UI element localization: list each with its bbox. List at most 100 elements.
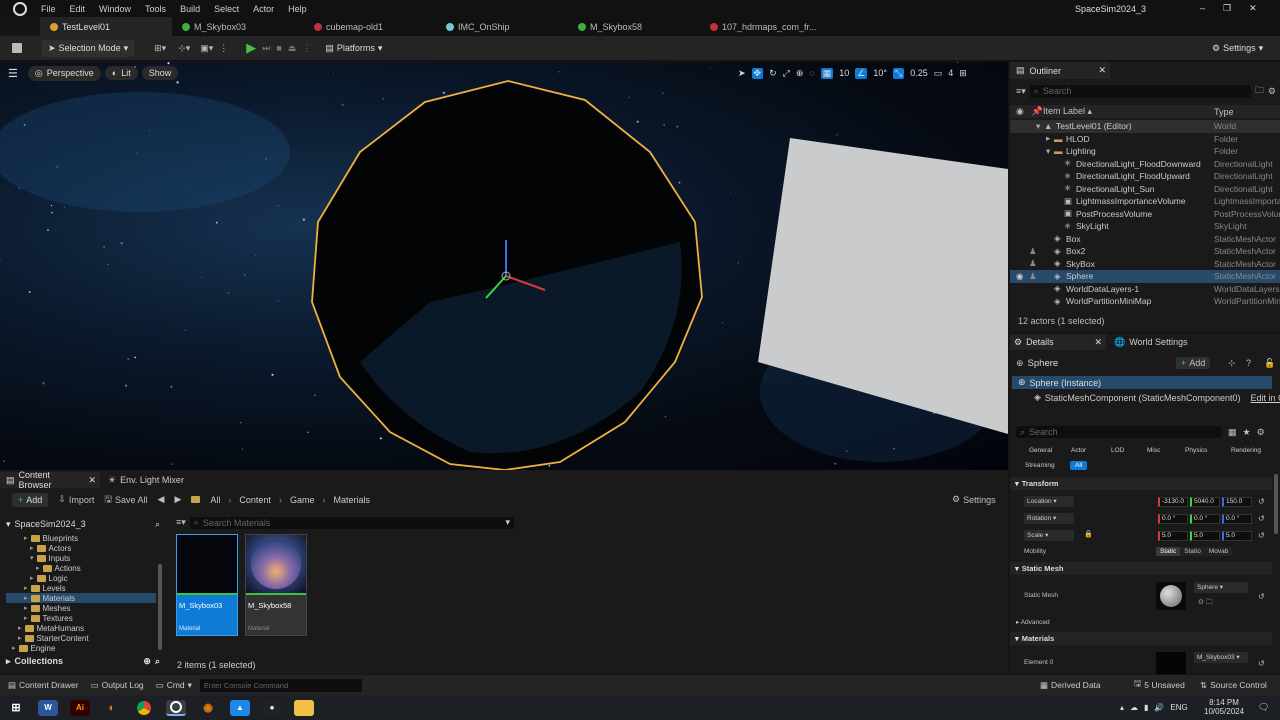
instance-row[interactable]: ⊕ Sphere (Instance) bbox=[1012, 376, 1272, 389]
more-options-icon[interactable]: ⋮ bbox=[219, 43, 228, 54]
static-mesh-thumbnail[interactable] bbox=[1156, 582, 1186, 610]
rotation-z-field[interactable]: 0.0 ° bbox=[1222, 514, 1252, 524]
content-browser-tab[interactable]: ▤ Content Browser ✕ bbox=[0, 470, 100, 490]
details-scrollbar[interactable] bbox=[1274, 474, 1278, 534]
selection-mode-button[interactable]: ➤ Selection Mode ▾ bbox=[42, 39, 135, 57]
obs-icon[interactable]: ● bbox=[262, 699, 282, 716]
save-all-button[interactable]: 🖫 Save All bbox=[104, 492, 147, 508]
minimize-icon[interactable]: – bbox=[1200, 3, 1205, 14]
play-icon[interactable]: ▶ bbox=[246, 40, 256, 56]
filter-chip-misc[interactable]: Misc bbox=[1142, 446, 1165, 455]
visibility-icon[interactable]: ◉ bbox=[1016, 106, 1024, 117]
tree-root[interactable]: ▾ SpaceSim2024_3 ⌕ bbox=[6, 518, 162, 530]
windows-start-icon[interactable]: ⊞ bbox=[6, 700, 26, 716]
cinematics-icon[interactable]: ▣▾ bbox=[200, 43, 213, 54]
filter-chip-lod[interactable]: LOD bbox=[1106, 446, 1129, 455]
menu-file[interactable]: File bbox=[34, 4, 63, 14]
illustrator-icon[interactable]: Ai bbox=[70, 699, 90, 716]
camera-speed-icon[interactable]: ▭ bbox=[934, 68, 943, 79]
material-thumbnail[interactable] bbox=[1156, 652, 1186, 674]
blueprint-icon[interactable]: ⊹ bbox=[1228, 358, 1236, 369]
outliner-row[interactable]: ✳ SkyLight SkyLight bbox=[1010, 220, 1280, 233]
filter-chip-general[interactable]: General bbox=[1024, 446, 1057, 455]
tree-item[interactable]: ▸ Actors bbox=[6, 543, 156, 553]
pin-icon[interactable]: ♟ bbox=[1029, 271, 1037, 282]
show-button[interactable]: Show bbox=[141, 66, 179, 80]
scale-dropdown[interactable]: Scale ▾ bbox=[1024, 530, 1074, 541]
more-play-icon[interactable]: ⋮ bbox=[302, 43, 311, 54]
word-icon[interactable]: W bbox=[38, 699, 58, 716]
reset-icon[interactable]: ↺ bbox=[1258, 592, 1265, 601]
asset-tile[interactable]: M_Skybox58 Material bbox=[245, 534, 307, 636]
content-drawer-button[interactable]: ▤ Content Drawer bbox=[8, 680, 79, 691]
grid-snap-icon[interactable]: ▦ bbox=[820, 67, 834, 79]
settings-button[interactable]: ⚙ Settings ▾ bbox=[1212, 43, 1263, 54]
add-component-button[interactable]: + Add bbox=[1176, 357, 1211, 369]
tree-expander-icon[interactable]: ▸ bbox=[1046, 133, 1050, 144]
close-icon[interactable]: ✕ bbox=[1094, 337, 1102, 348]
outliner-row[interactable]: ♟ ◈ Box2 StaticMeshActor bbox=[1010, 245, 1280, 258]
save-icon[interactable] bbox=[12, 43, 22, 53]
visibility-icon[interactable]: ◉ bbox=[1016, 271, 1023, 282]
blender-app-icon[interactable]: ◉ bbox=[198, 700, 218, 716]
document-tab[interactable]: M_Skybox03 bbox=[172, 17, 304, 36]
rotation-y-field[interactable]: 0.0 ° bbox=[1190, 514, 1220, 524]
lit-button[interactable]: ◐ Lit bbox=[104, 66, 138, 80]
platforms-button[interactable]: ▤ Platforms ▾ bbox=[325, 43, 382, 54]
scale-x-field[interactable]: 5.0 bbox=[1158, 531, 1188, 541]
tree-scrollbar[interactable] bbox=[158, 564, 162, 650]
document-tab[interactable]: cubemap-old1 bbox=[304, 17, 436, 36]
element0-dropdown[interactable]: M_Skybox03 ▾ bbox=[1194, 652, 1248, 663]
details-tab[interactable]: ⚙ Details ✕ bbox=[1010, 334, 1106, 350]
pin-icon[interactable]: 📌 bbox=[1032, 106, 1043, 117]
camera-speed-value[interactable]: 4 bbox=[948, 68, 953, 78]
close-icon[interactable]: ✕ bbox=[1249, 3, 1257, 14]
document-tab[interactable]: M_Skybox58 bbox=[568, 17, 700, 36]
notifications-icon[interactable]: 🗨 bbox=[1258, 702, 1269, 713]
outliner-row[interactable]: ▸ ▬ HLOD Folder bbox=[1010, 133, 1280, 146]
play-options-icon[interactable]: ⏭ bbox=[262, 43, 270, 54]
rotate-icon[interactable]: ↻ bbox=[769, 68, 777, 79]
add-collection-icon[interactable]: ⊕ bbox=[143, 656, 151, 667]
scale-y-field[interactable]: 5.0 bbox=[1190, 531, 1220, 541]
hamburger-icon[interactable]: ☰ bbox=[8, 67, 18, 80]
scale-snap-value[interactable]: 0.25 bbox=[910, 68, 928, 78]
outliner-row[interactable]: ▣PostProcessVolumePostProcessVolume bbox=[1010, 208, 1280, 221]
outliner-row[interactable]: ✳ DirectionalLight_FloodDownward Direction… bbox=[1010, 158, 1280, 171]
import-button[interactable]: ⇩ Import bbox=[58, 494, 94, 505]
static-mesh-section[interactable]: ▾ Static Mesh bbox=[1010, 562, 1272, 575]
document-tab[interactable]: IMC_OnShip bbox=[436, 17, 568, 36]
chevron-up-icon[interactable]: ▴ bbox=[1120, 703, 1124, 712]
location-dropdown[interactable]: Location ▾ bbox=[1024, 496, 1074, 507]
menu-tools[interactable]: Tools bbox=[138, 4, 173, 14]
rotation-snap-icon[interactable]: ∠ bbox=[855, 67, 868, 79]
close-icon[interactable]: ✕ bbox=[88, 475, 96, 486]
console-input[interactable]: Enter Console Command bbox=[199, 678, 362, 692]
menu-edit[interactable]: Edit bbox=[63, 4, 93, 14]
unreal-engine-icon[interactable] bbox=[166, 699, 186, 716]
scale-snap-icon[interactable]: ⤡ bbox=[892, 67, 905, 79]
network-icon[interactable]: ▮ bbox=[1144, 703, 1148, 712]
details-search-input[interactable]: ⌕ Search bbox=[1016, 426, 1222, 438]
outliner-row[interactable]: ▾ ▬ Lighting Folder bbox=[1010, 145, 1280, 158]
stop-icon[interactable]: ■ bbox=[276, 43, 281, 53]
file-explorer-icon[interactable] bbox=[294, 699, 314, 716]
outliner-row[interactable]: ◈ WorldPartitionMiniMap WorldPartitionMini… bbox=[1010, 295, 1280, 308]
favorite-icon[interactable]: ★ bbox=[1243, 427, 1251, 438]
filter-chip-streaming[interactable]: Streaming bbox=[1020, 461, 1060, 470]
outliner-row[interactable]: ✳ DirectionalLight_FloodUpward Directional… bbox=[1010, 170, 1280, 183]
transform-section[interactable]: ▾ Transform bbox=[1010, 477, 1272, 490]
mobility-stationary[interactable]: Statio bbox=[1180, 547, 1205, 556]
tree-item[interactable]: ▸ MetaHumans bbox=[6, 623, 156, 633]
advanced-row[interactable]: ▸ Advanced bbox=[1016, 618, 1050, 626]
tree-item[interactable]: ▸ Logic bbox=[6, 573, 156, 583]
outliner-row[interactable]: ◈ Box StaticMeshActor bbox=[1010, 233, 1280, 246]
add-folder-icon[interactable]: 🗀 bbox=[1255, 83, 1264, 99]
edit-in-link[interactable]: Edit in C bbox=[1251, 393, 1280, 403]
menu-select[interactable]: Select bbox=[207, 4, 246, 14]
filter-chip-rendering[interactable]: Rendering bbox=[1226, 446, 1266, 455]
settings-icon[interactable]: ⚙ bbox=[1257, 427, 1265, 438]
mobility-movable[interactable]: Movab bbox=[1204, 547, 1233, 556]
translate-icon[interactable]: ✥ bbox=[751, 67, 764, 79]
pin-icon[interactable]: ♟ bbox=[1029, 258, 1037, 269]
